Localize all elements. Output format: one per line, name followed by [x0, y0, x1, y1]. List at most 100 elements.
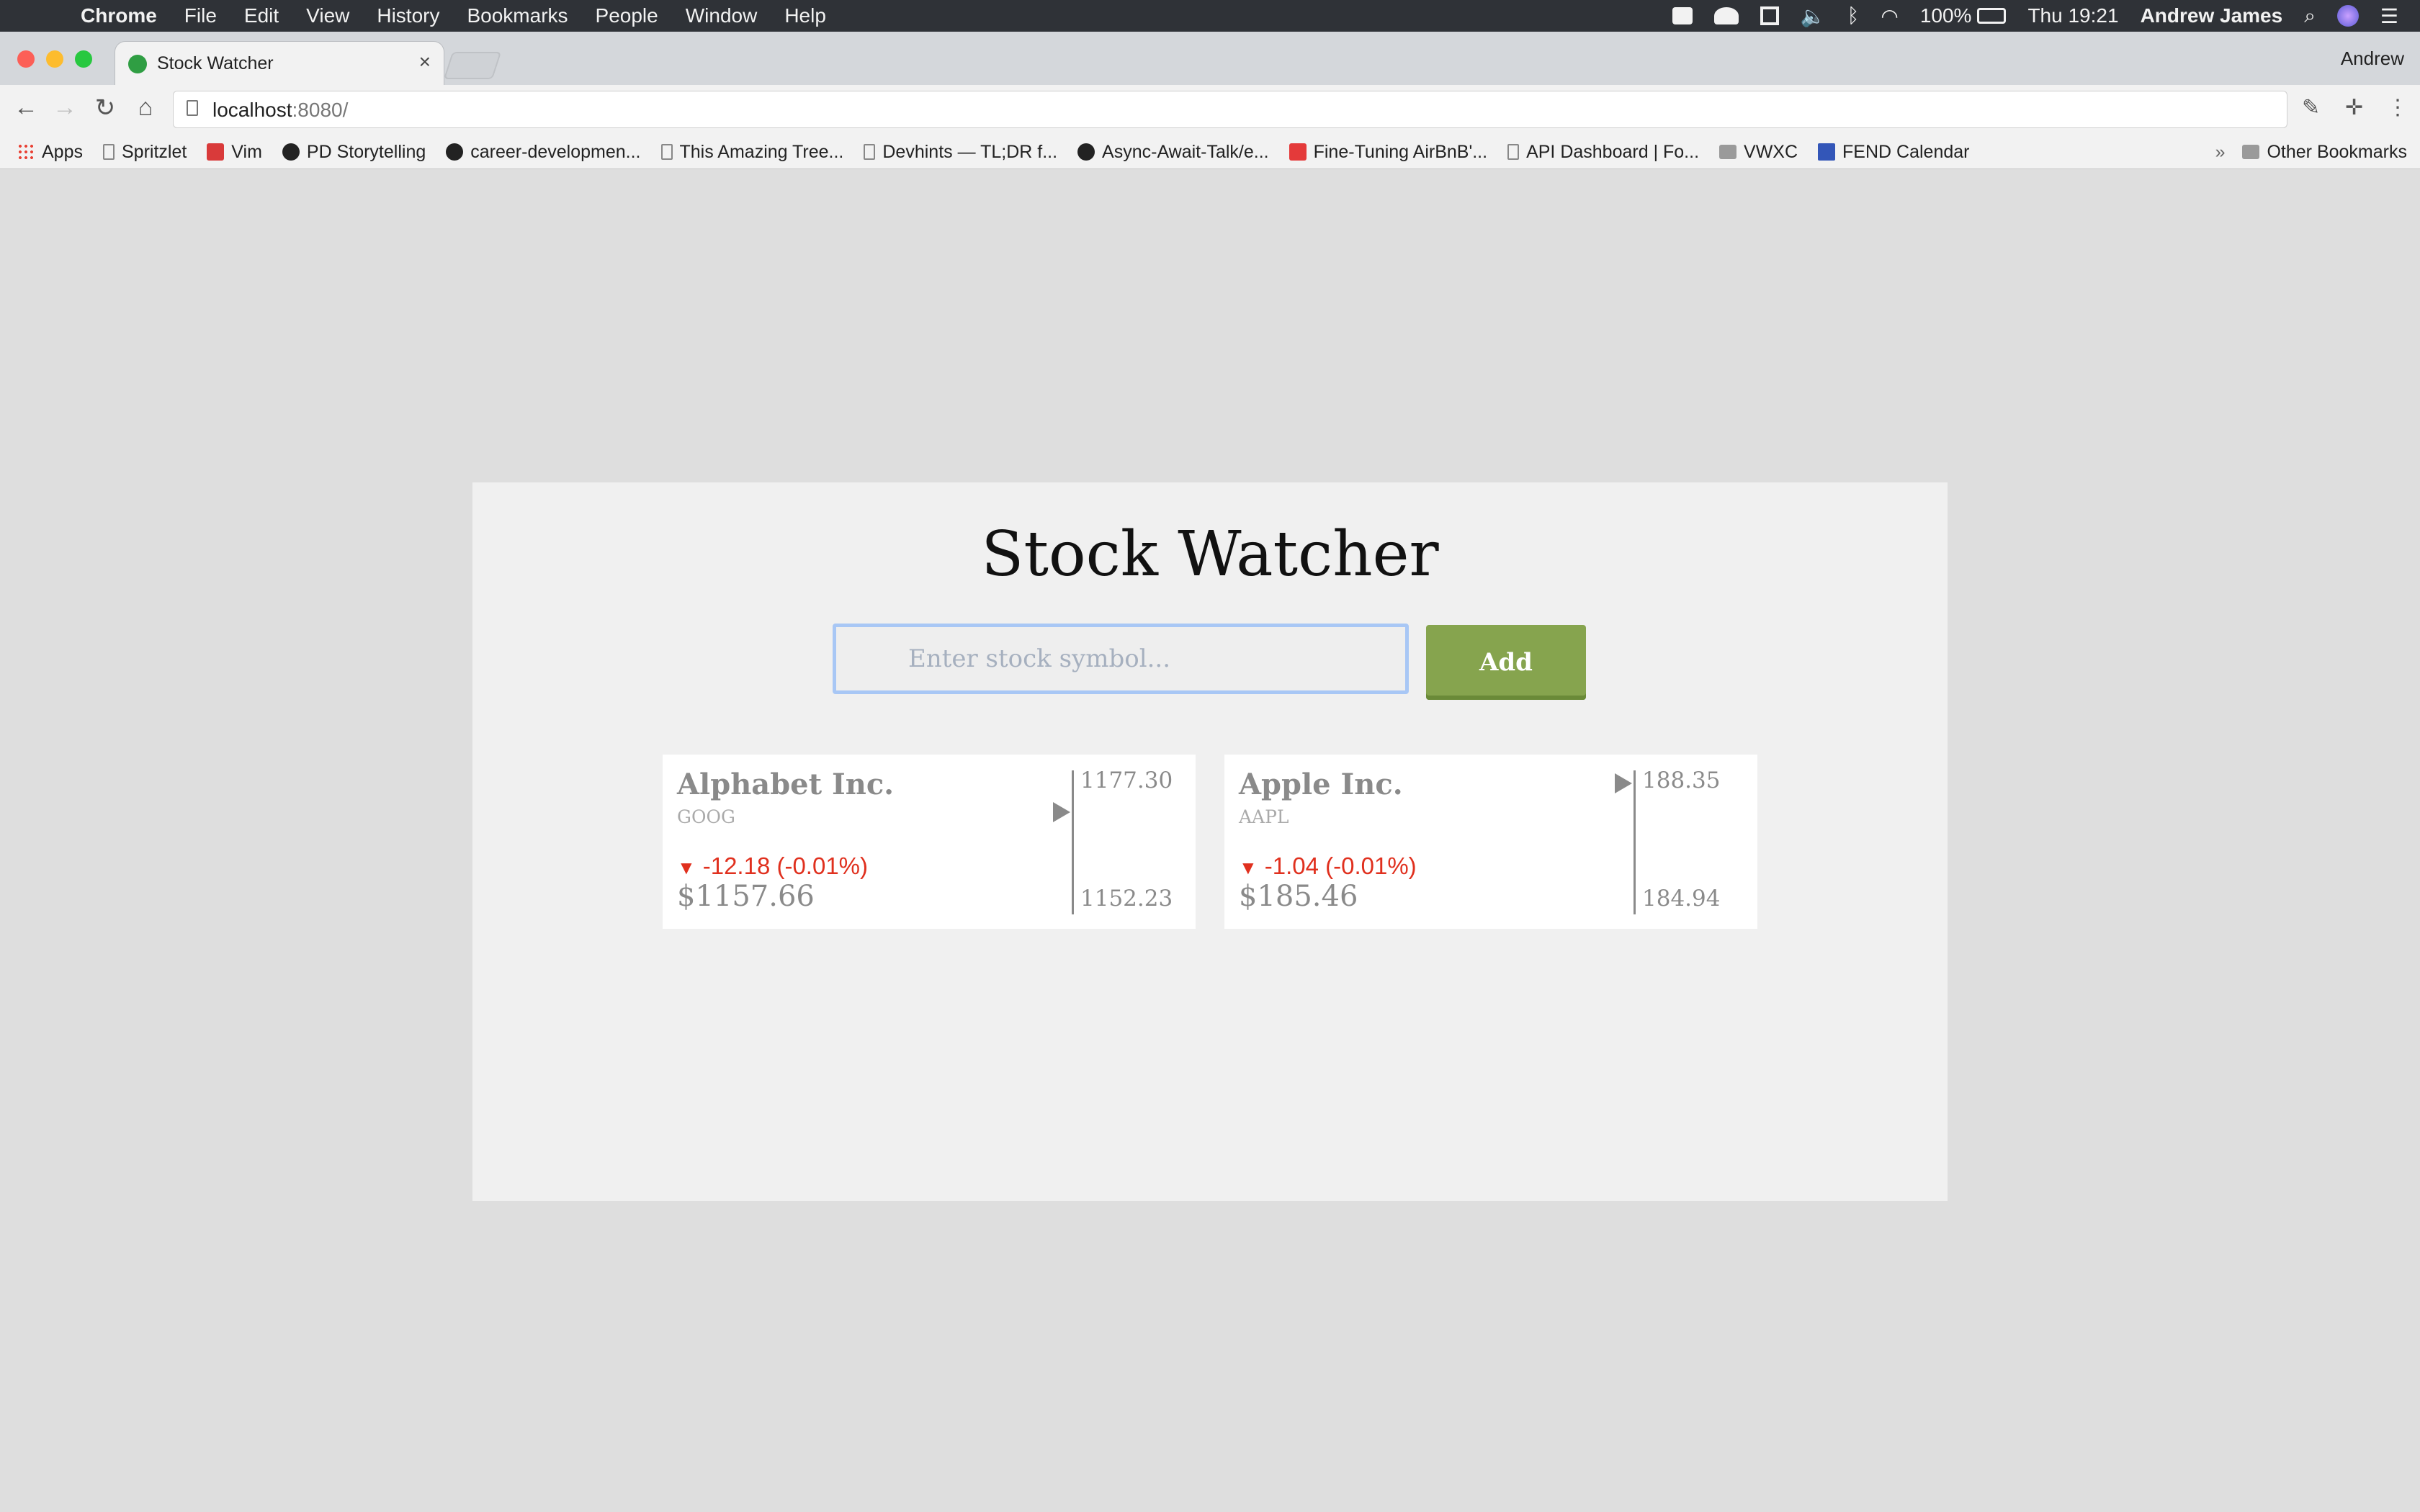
bookmark-vwxc[interactable]: VWXC	[1719, 142, 1798, 163]
window-zoom-icon[interactable]	[75, 50, 92, 68]
day-high: 1177.30	[1080, 768, 1173, 793]
bookmark-amazing-tree[interactable]: This Amazing Tree...	[660, 141, 844, 163]
address-url: localhost:8080/	[212, 99, 348, 122]
menu-history[interactable]: History	[377, 4, 439, 27]
bookmark-spritzlet[interactable]: Spritzlet	[102, 141, 187, 163]
current-price: $185.46	[1239, 880, 1358, 913]
folder-icon	[2242, 145, 2260, 159]
bookmark-label: PD Storytelling	[306, 141, 426, 162]
bookmark-label: career-developmen...	[470, 141, 641, 162]
home-icon[interactable]: ⌂	[131, 94, 160, 122]
menu-bookmarks[interactable]: Bookmarks	[467, 4, 568, 27]
stock-card-aapl[interactable]: Apple Inc. AAPL ▼ -1.04 (-0.01%) $185.46 …	[1224, 755, 1757, 929]
cloud-icon[interactable]	[1713, 7, 1739, 24]
company-name: Alphabet Inc.	[677, 768, 895, 801]
browser-menu-icon[interactable]: ⋮	[2387, 95, 2408, 120]
menu-view[interactable]: View	[306, 4, 349, 27]
browser-tab-strip: Stock Watcher × Andrew	[0, 32, 2420, 85]
range-bar	[1634, 770, 1636, 914]
stock-watcher-panel: Stock Watcher Add Alphabet Inc. GOOG ▼ -1…	[472, 482, 1948, 1201]
menu-file[interactable]: File	[184, 4, 217, 27]
browser-toolbar: ← → ↻ ⌂ localhost:8080/ ✎ ✛ ⋮	[0, 85, 2420, 135]
bookmark-label: Apps	[42, 141, 83, 162]
wifi-icon[interactable]: ◠	[1881, 4, 1898, 28]
reload-icon[interactable]: ↻	[91, 94, 120, 122]
bluetooth-icon[interactable]: ᛒ	[1847, 4, 1860, 27]
bookmark-api-dashboard[interactable]: API Dashboard | Fo...	[1507, 142, 1699, 163]
bookmarks-bar: Apps Spritzlet Vim PD Storytelling caree…	[0, 135, 2420, 169]
bookmark-pd-storytelling[interactable]: PD Storytelling	[282, 142, 426, 163]
bookmark-apps[interactable]: Apps	[17, 142, 83, 163]
price-change: ▼ -1.04 (-0.01%)	[1239, 852, 1417, 880]
bookmark-label: Async-Await-Talk/e...	[1102, 141, 1269, 162]
bookmark-fend-calendar[interactable]: FEND Calendar	[1818, 142, 1969, 163]
page-info-icon[interactable]	[187, 100, 198, 116]
bookmark-label: Spritzlet	[121, 141, 187, 162]
battery-icon[interactable]	[1977, 8, 2007, 24]
page-icon	[1507, 144, 1520, 160]
bookmark-career-development[interactable]: career-developmen...	[446, 141, 641, 163]
bookmark-label: Fine-Tuning AirBnB'...	[1313, 141, 1488, 162]
change-value: -12.18 (-0.01%)	[702, 852, 869, 879]
bookmark-devhints[interactable]: Devhints — TL;DR f...	[864, 142, 1057, 163]
forward-arrow-icon[interactable]: →	[50, 94, 79, 122]
menu-app-chrome[interactable]: Chrome	[81, 4, 157, 27]
bookmark-label: API Dashboard | Fo...	[1526, 141, 1700, 162]
menu-window[interactable]: Window	[686, 4, 758, 27]
extension-ruler-icon[interactable]: ✛	[2345, 95, 2363, 120]
layout-icon[interactable]	[1760, 6, 1779, 25]
menu-people[interactable]: People	[596, 4, 658, 27]
page-title: Stock Watcher	[981, 518, 1439, 590]
tab-close-icon[interactable]: ×	[419, 50, 431, 73]
day-high: 188.35	[1642, 768, 1721, 793]
vim-logo-icon	[207, 143, 225, 161]
other-bookmarks[interactable]: Other Bookmarks	[2267, 142, 2407, 163]
down-arrow-icon: ▼	[1239, 857, 1258, 878]
range-marker-icon	[1615, 773, 1632, 793]
url-port: :8080/	[292, 99, 349, 121]
back-arrow-icon[interactable]: ←	[12, 94, 40, 122]
page-icon	[864, 144, 876, 160]
ticker-symbol: GOOG	[677, 806, 735, 827]
bookmark-label: Devhints — TL;DR f...	[882, 141, 1058, 162]
new-tab-button[interactable]	[443, 52, 502, 79]
bookmark-fine-tuning-airbnb[interactable]: Fine-Tuning AirBnB'...	[1289, 142, 1487, 163]
menu-edit[interactable]: Edit	[244, 4, 279, 27]
menu-help[interactable]: Help	[784, 4, 826, 27]
stock-symbol-input[interactable]	[833, 624, 1409, 694]
github-icon	[446, 143, 464, 161]
range-bar	[1072, 770, 1074, 914]
menubar-user[interactable]: Andrew James	[2141, 4, 2283, 27]
tab-title: Stock Watcher	[157, 53, 274, 73]
stock-card-goog[interactable]: Alphabet Inc. GOOG ▼ -12.18 (-0.01%) $115…	[663, 755, 1196, 929]
bookmark-vim[interactable]: Vim	[207, 142, 262, 163]
price-change: ▼ -12.18 (-0.01%)	[677, 852, 868, 880]
ticker-symbol: AAPL	[1239, 806, 1289, 827]
menubar-status-area: 🔈 ᛒ ◠ 100% Thu 19:21 Andrew James ⌕ ☰	[1651, 0, 2398, 32]
spotlight-search-icon[interactable]: ⌕	[2304, 4, 2316, 28]
profile-button[interactable]: Andrew	[2341, 48, 2404, 70]
extension-eyedropper-icon[interactable]: ✎	[2302, 95, 2320, 120]
window-minimize-icon[interactable]	[46, 50, 63, 68]
volume-icon[interactable]: 🔈	[1801, 4, 1826, 28]
battery-percent[interactable]: 100%	[1920, 4, 1972, 27]
bookmarks-overflow-icon[interactable]: »	[2215, 142, 2226, 163]
notification-center-icon[interactable]: ☰	[2380, 4, 2398, 28]
address-bar[interactable]: localhost:8080/	[173, 91, 2287, 128]
add-stock-button[interactable]: Add	[1426, 625, 1586, 700]
bookmarks-right: » Other Bookmarks	[2215, 142, 2407, 163]
bookmark-async-await-talk[interactable]: Async-Await-Talk/e...	[1077, 142, 1269, 163]
github-icon	[1077, 143, 1095, 161]
bookmark-label: Vim	[231, 141, 262, 162]
page-icon	[102, 144, 115, 160]
siri-icon[interactable]	[2336, 5, 2359, 27]
bookmark-label: FEND Calendar	[1842, 141, 1970, 162]
bookmark-label: This Amazing Tree...	[679, 141, 844, 162]
messages-icon[interactable]	[1672, 7, 1693, 24]
bookmark-label: VWXC	[1744, 141, 1798, 162]
menubar-clock[interactable]: Thu 19:21	[2027, 4, 2118, 27]
tab-stock-watcher[interactable]: Stock Watcher ×	[115, 42, 444, 85]
github-icon	[282, 143, 300, 161]
window-close-icon[interactable]	[17, 50, 35, 68]
site-favicon-icon	[128, 55, 147, 73]
